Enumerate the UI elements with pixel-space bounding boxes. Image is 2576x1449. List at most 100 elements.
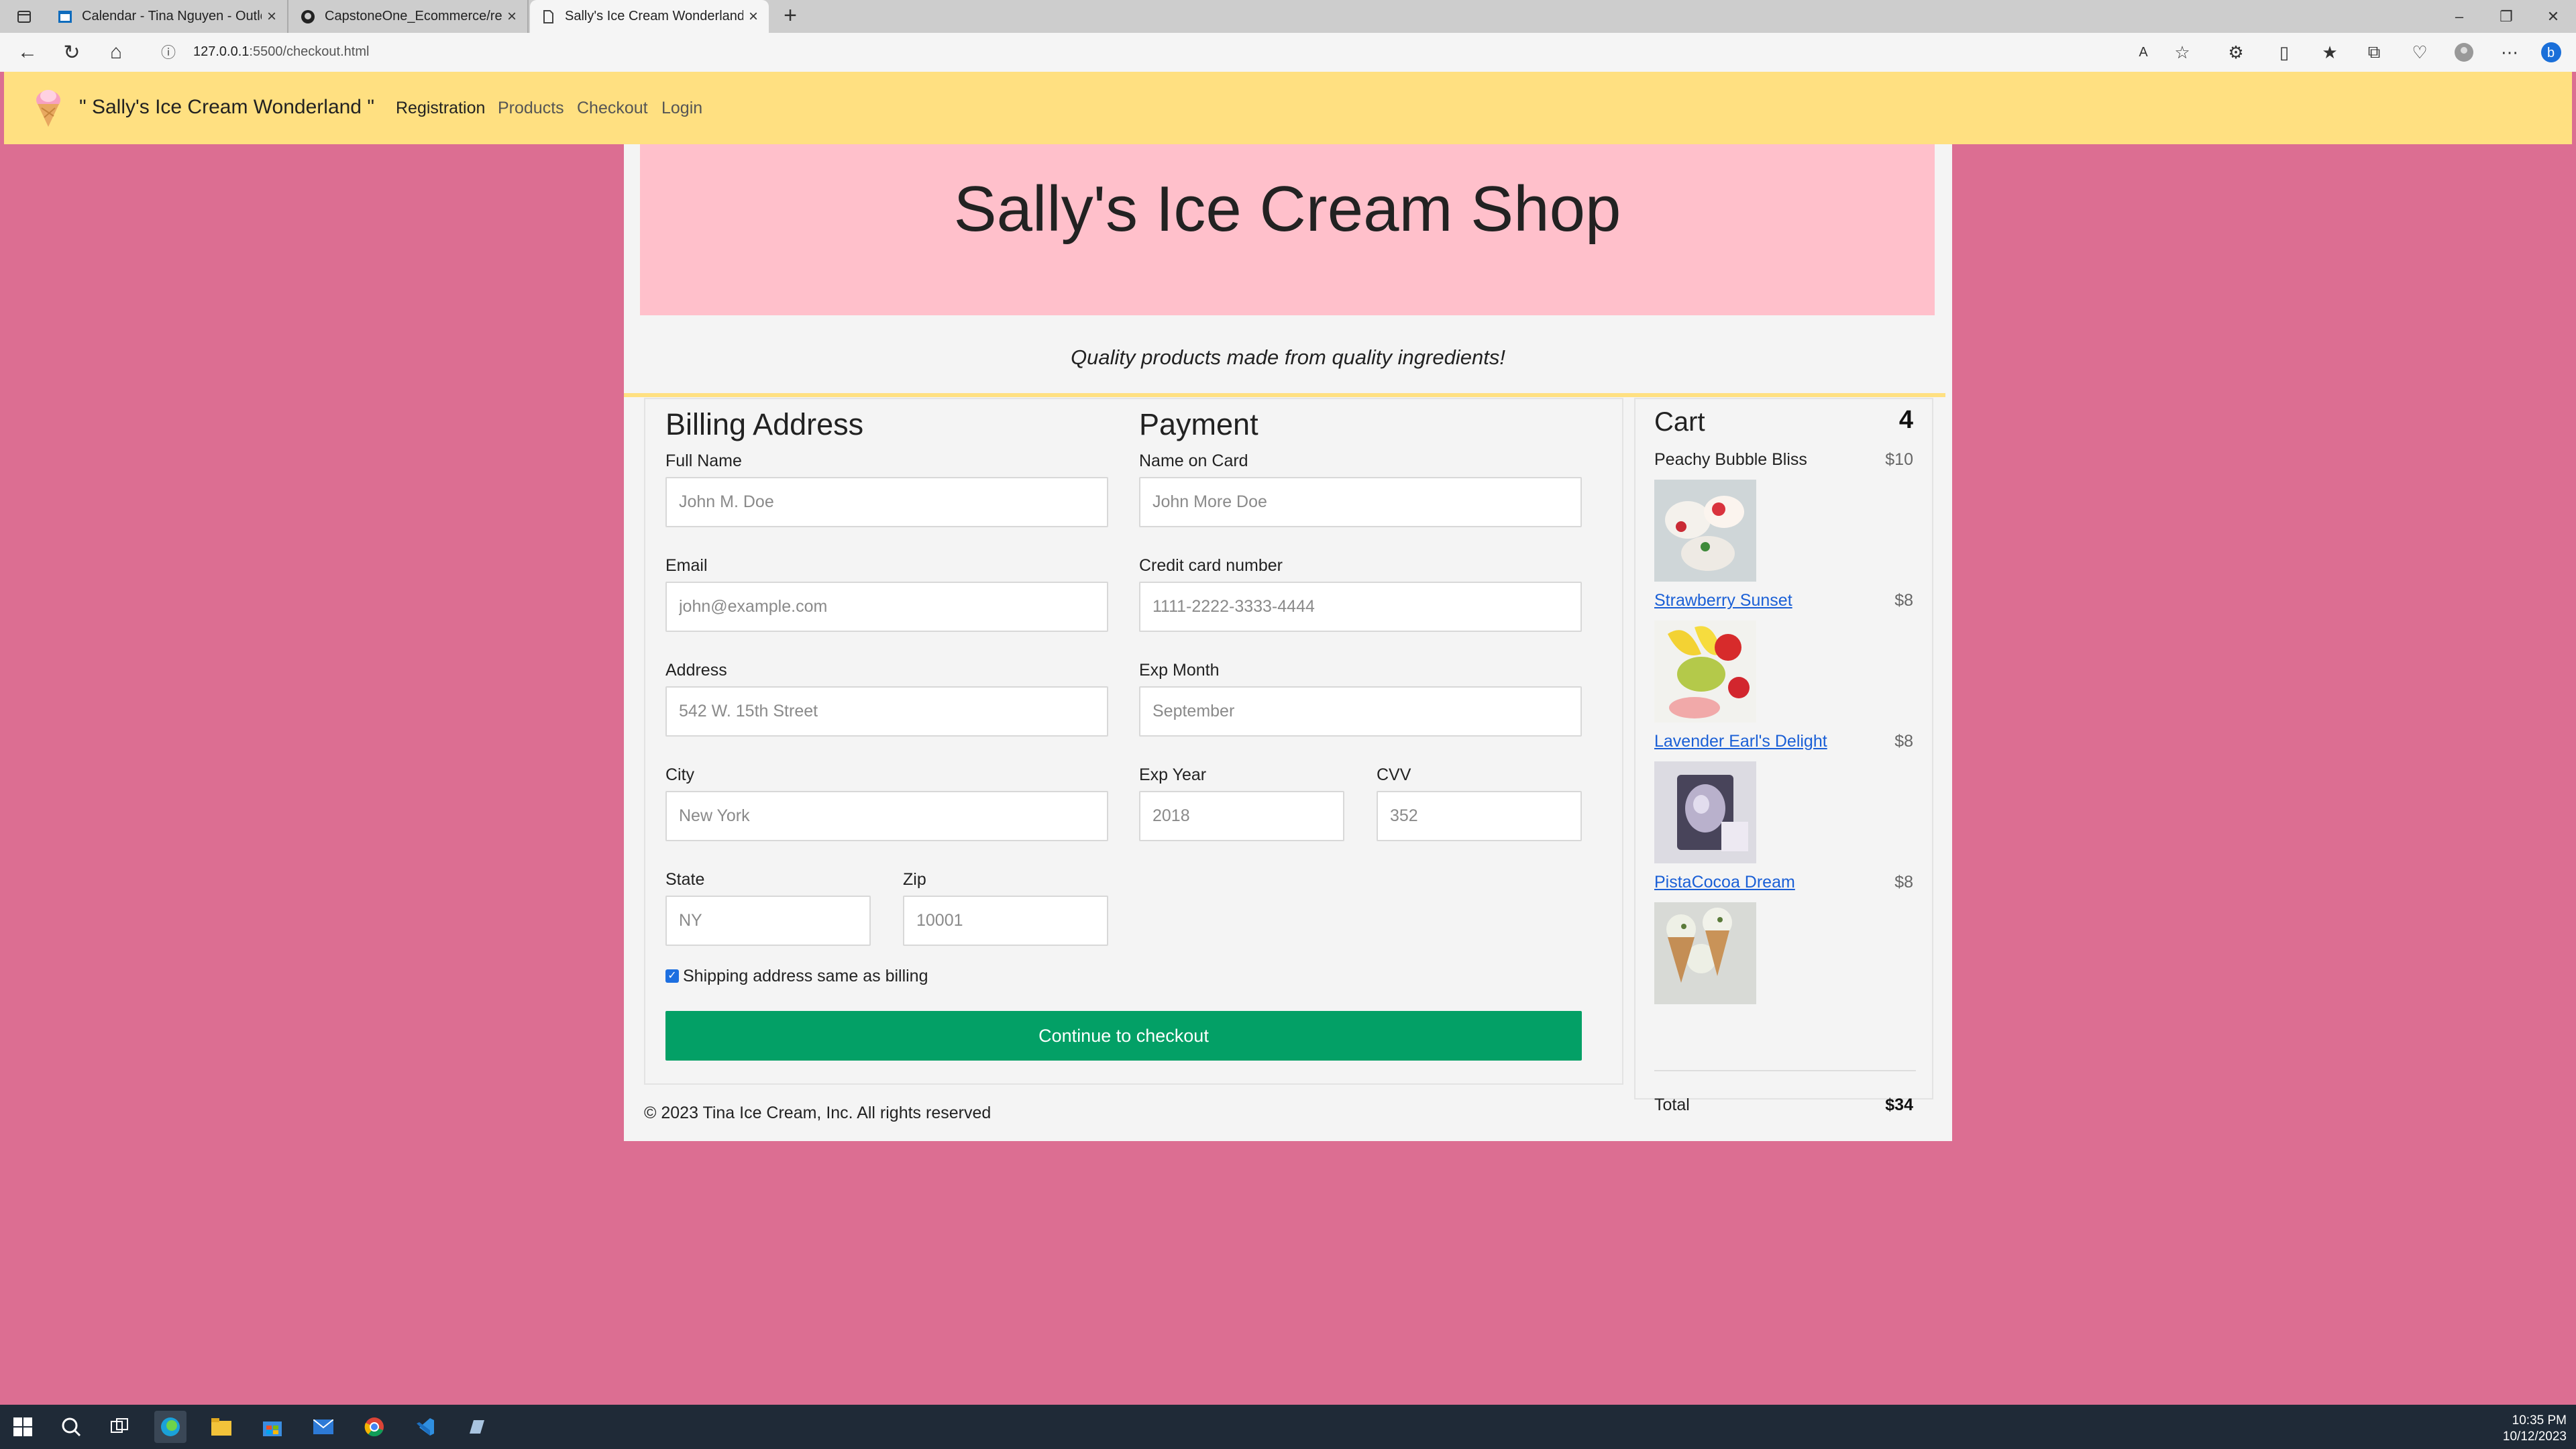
system-clock[interactable]: 10:35 PM 10/12/2023 [2503, 1413, 2567, 1445]
checkout-form: Billing Address Full Name Email Address … [644, 398, 1623, 1085]
app-icon[interactable] [460, 1411, 492, 1443]
card-number-label: Credit card number [1139, 556, 1283, 575]
strawberry-sunset-image [1654, 621, 1756, 722]
copilot-icon[interactable]: b [2540, 41, 2563, 64]
cart-total-value: $34 [1885, 1095, 1913, 1114]
file-explorer-icon[interactable] [205, 1411, 237, 1443]
main-container: Sally's Ice Cream Shop Quality products … [624, 144, 1952, 1141]
billing-heading: Billing Address [665, 407, 864, 441]
close-tab-icon[interactable]: × [743, 7, 763, 26]
cart-item-price: $8 [1894, 873, 1913, 892]
exp-year-label: Exp Year [1139, 765, 1207, 784]
browser-tab-github[interactable]: CapstoneOne_Ecommerce/readme × [290, 0, 529, 33]
browser-toolbar: ← ↻ ⌂ ⓘ 127.0.0.1:5500/checkout.html A ☆… [0, 33, 2576, 72]
favorite-star-icon[interactable]: ☆ [2171, 41, 2194, 64]
exp-month-input[interactable] [1139, 686, 1582, 737]
extensions-icon[interactable]: ⚙ [2224, 41, 2247, 64]
new-tab-button[interactable]: + [778, 4, 802, 28]
cart-item-link[interactable]: Strawberry Sunset [1654, 591, 1792, 610]
city-input[interactable] [665, 791, 1108, 841]
collections-icon[interactable]: ⧉ [2363, 41, 2385, 64]
nav-link-login[interactable]: Login [661, 99, 702, 118]
close-tab-icon[interactable]: × [262, 7, 282, 26]
more-options-icon[interactable]: ⋯ [2498, 41, 2521, 64]
address-label: Address [665, 661, 727, 680]
cart-divider [1654, 1070, 1916, 1071]
cart-item-price: $8 [1894, 732, 1913, 751]
site-navbar: " Sally's Ice Cream Wonderland " Registr… [4, 72, 2572, 144]
split-screen-icon[interactable]: ▯ [2273, 41, 2296, 64]
chrome-icon[interactable] [358, 1411, 390, 1443]
mail-icon[interactable] [307, 1411, 339, 1443]
address-input[interactable] [665, 686, 1108, 737]
home-icon[interactable]: ⌂ [102, 38, 130, 66]
state-input[interactable] [665, 896, 871, 946]
outlook-calendar-icon [58, 9, 72, 24]
clock-time: 10:35 PM [2512, 1413, 2567, 1428]
cart-count-badge: 4 [1898, 406, 1913, 434]
cart-title: Cart [1654, 407, 1705, 437]
tab-title: Sally's Ice Cream Wonderland! [565, 9, 743, 23]
start-icon[interactable] [7, 1411, 39, 1443]
continue-to-checkout-button[interactable]: Continue to checkout [665, 1011, 1582, 1061]
cart-item-price: $10 [1885, 450, 1913, 469]
tagline: Quality products made from quality ingre… [1071, 345, 1505, 369]
svg-text:b: b [2547, 46, 2555, 60]
footer-copyright: © 2023 Tina Ice Cream, Inc. All rights r… [644, 1104, 991, 1122]
task-view-icon[interactable] [103, 1411, 136, 1443]
section-divider [624, 393, 1945, 397]
windows-taskbar: 10:35 PM 10/12/2023 [0, 1405, 2576, 1449]
nav-link-products[interactable]: Products [498, 99, 564, 118]
back-icon[interactable]: ← [13, 38, 42, 66]
name-on-card-input[interactable] [1139, 477, 1582, 527]
profile-avatar-icon[interactable] [2453, 41, 2475, 64]
edge-browser-icon[interactable] [154, 1411, 186, 1443]
card-number-input[interactable] [1139, 582, 1582, 632]
exp-year-input[interactable] [1139, 791, 1344, 841]
full-name-input[interactable] [665, 477, 1108, 527]
browser-tab-outlook[interactable]: Calendar - Tina Nguyen - Outlook × [47, 0, 288, 33]
close-tab-icon[interactable]: × [502, 7, 522, 26]
cvv-input[interactable] [1377, 791, 1582, 841]
lavender-earls-delight-image [1654, 761, 1756, 863]
cart-item-name: Peachy Bubble Bliss [1654, 450, 1807, 469]
cart-item-link[interactable]: Lavender Earl's Delight [1654, 732, 1827, 751]
clock-date: 10/12/2023 [2502, 1430, 2567, 1444]
read-aloud-icon[interactable]: A [2132, 41, 2155, 64]
vscode-icon[interactable] [409, 1411, 441, 1443]
search-icon[interactable] [55, 1411, 87, 1443]
github-icon [301, 9, 315, 24]
cvv-label: CVV [1377, 765, 1411, 784]
peachy-bubble-bliss-image [1654, 480, 1756, 582]
browser-tab-active[interactable]: Sally's Ice Cream Wonderland! × [530, 0, 769, 33]
brand-name[interactable]: " Sally's Ice Cream Wonderland " [79, 96, 374, 119]
tab-actions-icon[interactable] [4, 0, 44, 33]
ice-cream-logo-icon[interactable] [28, 87, 68, 129]
nav-link-checkout[interactable]: Checkout [577, 99, 648, 118]
same-address-label: Shipping address same as billing [683, 967, 928, 985]
cart-item-link[interactable]: PistaCocoa Dream [1654, 873, 1795, 892]
address-bar[interactable]: ⓘ 127.0.0.1:5500/checkout.html [149, 36, 2188, 68]
nav-link-registration[interactable]: Registration [396, 99, 485, 118]
url-text: 127.0.0.1:5500/checkout.html [193, 44, 370, 59]
cart-item-price: $8 [1894, 591, 1913, 610]
browser-tab-strip: Calendar - Tina Nguyen - Outlook × Capst… [0, 0, 2576, 33]
store-icon[interactable] [256, 1411, 288, 1443]
page-icon [541, 9, 555, 24]
restore-icon[interactable]: ❐ [2486, 0, 2526, 33]
tab-title: CapstoneOne_Ecommerce/readme [325, 9, 502, 23]
hero-banner: Sally's Ice Cream Shop [640, 144, 1935, 315]
same-address-checkbox[interactable]: ✓ [665, 969, 679, 983]
zip-input[interactable] [903, 896, 1108, 946]
site-info-icon[interactable]: ⓘ [161, 41, 176, 62]
browser-essentials-icon[interactable]: ♡ [2408, 41, 2431, 64]
city-label: City [665, 765, 695, 784]
close-window-icon[interactable]: ✕ [2533, 0, 2573, 33]
zip-label: Zip [903, 870, 926, 889]
minimize-icon[interactable]: – [2439, 0, 2479, 33]
refresh-icon[interactable]: ↻ [58, 38, 86, 66]
favorites-icon[interactable]: ★ [2318, 41, 2341, 64]
pistacocoa-dream-image [1654, 902, 1756, 1004]
email-input[interactable] [665, 582, 1108, 632]
state-label: State [665, 870, 705, 889]
